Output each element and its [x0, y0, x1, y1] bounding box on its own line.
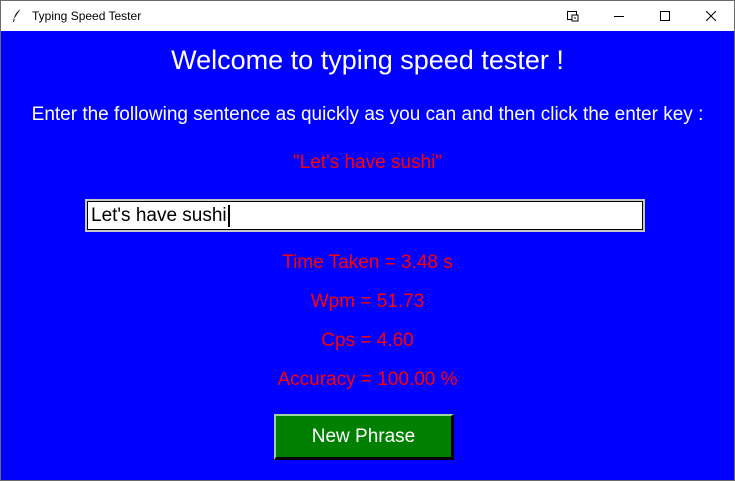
- maximize-button[interactable]: [642, 1, 688, 31]
- pin-button[interactable]: [550, 1, 596, 31]
- target-sentence: "Let's have sushi": [292, 152, 443, 173]
- new-phrase-button[interactable]: New Phrase: [274, 414, 454, 460]
- wpm-label: Wpm = 51.73: [310, 291, 425, 312]
- page-title: Welcome to typing speed tester !: [171, 45, 564, 75]
- accuracy-label: Accuracy = 100.00 %: [277, 369, 458, 390]
- typing-input[interactable]: Let's have sushi: [85, 199, 645, 232]
- minimize-icon: [614, 11, 624, 21]
- instruction-label: Enter the following sentence as quickly …: [31, 104, 704, 125]
- cps-label: Cps = 4.60: [321, 330, 414, 351]
- minimize-button[interactable]: [596, 1, 642, 31]
- pin-icon: [567, 10, 579, 22]
- main-panel: Welcome to typing speed tester ! Enter t…: [1, 31, 734, 480]
- close-button[interactable]: [688, 1, 734, 31]
- window-title: Typing Speed Tester: [32, 9, 142, 23]
- window-controls: [550, 1, 734, 31]
- close-icon: [706, 11, 716, 21]
- app-window: Typing Speed Tester Welcome to typing sp…: [0, 0, 735, 481]
- time-taken-label: Time Taken = 3.48 s: [282, 252, 453, 273]
- title-bar[interactable]: Typing Speed Tester: [1, 1, 734, 31]
- typing-input-value: Let's have sushi: [91, 204, 227, 226]
- text-caret: [227, 204, 230, 227]
- feather-icon: [10, 8, 24, 24]
- maximize-icon: [660, 11, 670, 21]
